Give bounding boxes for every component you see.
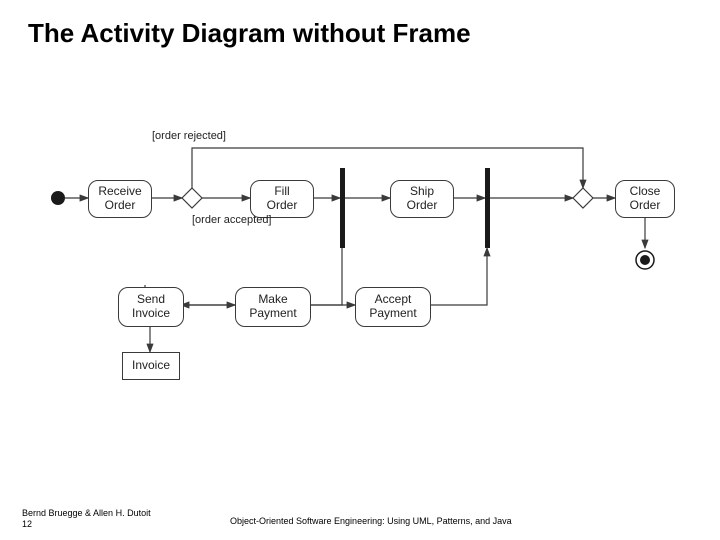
final-node-dot xyxy=(640,255,650,265)
join-bar xyxy=(485,168,490,248)
node-label: FillOrder xyxy=(267,185,298,213)
node-label: AcceptPayment xyxy=(369,293,416,321)
activity-receive-order: ReceiveOrder xyxy=(88,180,152,218)
activity-close-order: CloseOrder xyxy=(615,180,675,218)
initial-node xyxy=(51,191,65,205)
guard-accepted: [order accepted] xyxy=(192,214,272,226)
node-label: SendInvoice xyxy=(132,293,170,321)
decision-diamond xyxy=(182,188,202,208)
node-label: Invoice xyxy=(132,359,170,373)
node-label: MakePayment xyxy=(249,293,296,321)
node-label: ReceiveOrder xyxy=(98,185,141,213)
object-invoice: Invoice xyxy=(122,352,180,380)
activity-ship-order: ShipOrder xyxy=(390,180,454,218)
guard-rejected: [order rejected] xyxy=(152,130,226,142)
footer-author: Bernd Bruegge & Allen H. Dutoit xyxy=(22,508,151,519)
activity-send-invoice: SendInvoice xyxy=(118,287,184,327)
footer-book-title: Object-Oriented Software Engineering: Us… xyxy=(230,516,512,526)
slide: The Activity Diagram without Frame xyxy=(0,0,720,540)
page-title: The Activity Diagram without Frame xyxy=(28,18,471,49)
footer-page-number: 12 xyxy=(22,519,151,530)
activity-fill-order: FillOrder xyxy=(250,180,314,218)
node-label: ShipOrder xyxy=(407,185,438,213)
fork-bar-1 xyxy=(340,168,345,248)
activity-make-payment: MakePayment xyxy=(235,287,311,327)
node-label: CloseOrder xyxy=(630,185,661,213)
footer-left: Bernd Bruegge & Allen H. Dutoit 12 xyxy=(22,508,151,531)
activity-accept-payment: AcceptPayment xyxy=(355,287,431,327)
activity-diagram: ReceiveOrder FillOrder ShipOrder CloseOr… xyxy=(40,120,680,410)
merge-diamond xyxy=(573,188,593,208)
